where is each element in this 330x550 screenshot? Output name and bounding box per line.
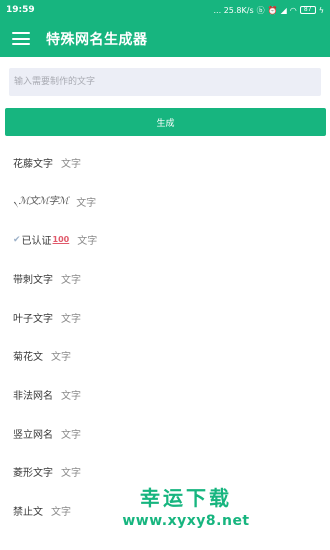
menu-icon[interactable] (12, 32, 30, 45)
style-name: 竖立网名 (13, 429, 53, 441)
style-list: 花藤文字 文字 ৲ℳ文ℳ字ℳ 文字 ✔ 已认证 100 文字 带刺文字 文字 叶… (0, 143, 330, 530)
style-name: 叶子文字 (13, 313, 53, 325)
style-item-illegal[interactable]: 非法网名 文字 (0, 375, 330, 414)
style-item-vertical[interactable]: 竖立网名 文字 (0, 414, 330, 453)
style-sample: 文字 (61, 429, 81, 441)
style-name: 花藤文字 (13, 158, 53, 170)
style-name: 菊花文 (13, 352, 43, 364)
style-name: ৲ℳ文ℳ字ℳ (13, 195, 69, 207)
text-input[interactable] (9, 68, 321, 96)
check-icon: ✔ (13, 234, 21, 245)
style-item-leaf[interactable]: 叶子文字 文字 (0, 298, 330, 337)
app-bar: 特殊网名生成器 (0, 20, 330, 57)
alarm-icon: ⏰ (267, 5, 278, 15)
wifi-icon: ◠ (289, 5, 297, 15)
style-name: 带刺文字 (13, 274, 53, 286)
bluetooth-icon: ⓑ (256, 5, 265, 15)
generate-button[interactable]: 生成 (5, 108, 326, 136)
app-title: 特殊网名生成器 (46, 31, 148, 48)
style-name: 已认证 (21, 236, 52, 248)
style-name: 禁止文 (13, 507, 43, 519)
signal-icon: ◢ (280, 5, 287, 15)
style-sample: 文字 (77, 236, 98, 248)
battery-icon: 87 (299, 6, 316, 14)
network-speed: ... 25.8K/s (213, 5, 254, 15)
text-input-container (9, 68, 321, 96)
style-item-diamond[interactable]: 菱形文字 文字 (0, 453, 330, 492)
style-sample: 文字 (51, 507, 71, 519)
style-sample: 文字 (61, 274, 81, 286)
style-name: 非法网名 (13, 390, 53, 402)
style-item-thorn[interactable]: 带刺文字 文字 (0, 259, 330, 298)
status-icons: ... 25.8K/s ⓑ ⏰ ◢ ◠ 87 ϟ (214, 5, 324, 16)
style-sample: 文字 (51, 352, 71, 364)
hundred-badge: 100 (52, 235, 70, 245)
style-sample: 文字 (61, 390, 81, 402)
style-sample: 文字 (61, 468, 81, 480)
style-sample: 文字 (61, 158, 81, 170)
style-item-cursive[interactable]: ৲ℳ文ℳ字ℳ 文字 (0, 182, 330, 221)
style-item-huateng[interactable]: 花藤文字 文字 (0, 143, 330, 182)
style-item-forbidden[interactable]: 禁止文 文字 (0, 491, 330, 530)
style-name: 菱形文字 (13, 468, 53, 480)
style-item-verified[interactable]: ✔ 已认证 100 文字 (0, 220, 330, 259)
style-item-chrysanthemum[interactable]: 菊花文 文字 (0, 336, 330, 375)
charging-icon: ϟ (318, 5, 324, 15)
style-sample: 文字 (61, 313, 81, 325)
status-time: 19:59 (6, 5, 35, 15)
status-bar: 19:59 ... 25.8K/s ⓑ ⏰ ◢ ◠ 87 ϟ (0, 0, 330, 20)
style-sample: 文字 (76, 197, 97, 209)
